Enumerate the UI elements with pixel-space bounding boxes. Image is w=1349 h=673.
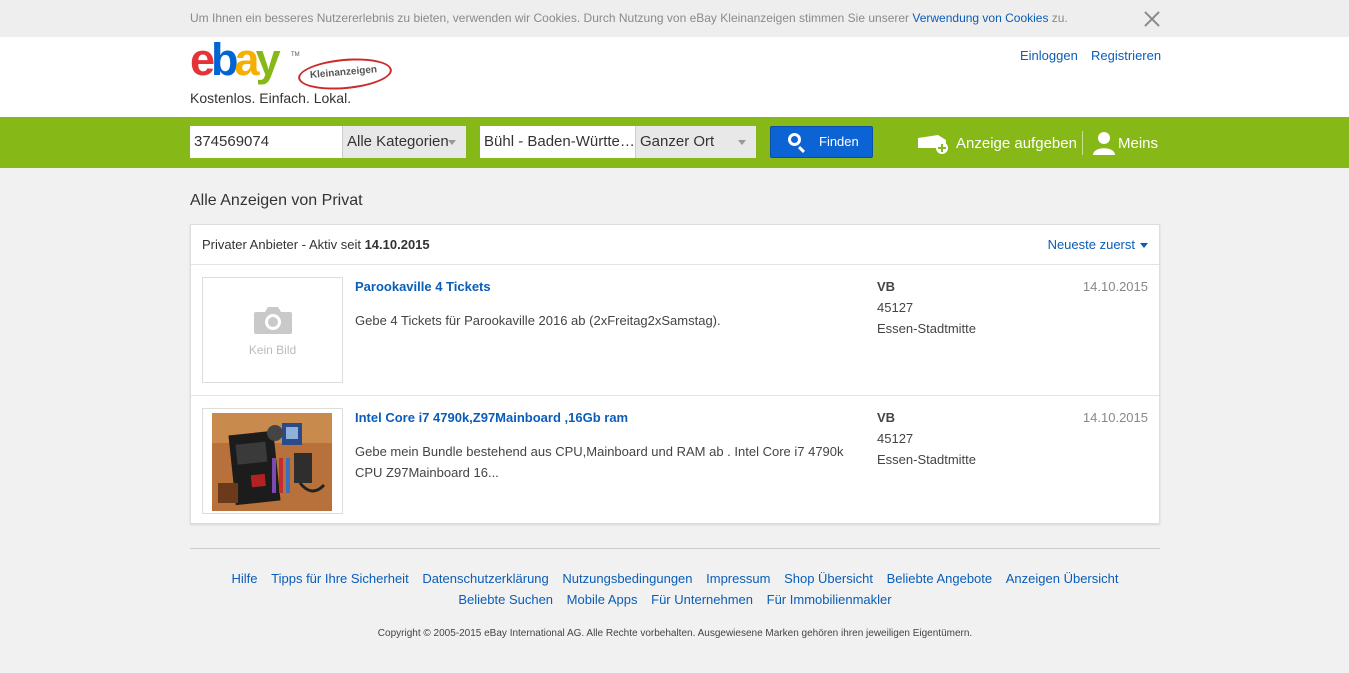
- page-title: Alle Anzeigen von Privat: [190, 192, 363, 209]
- listing-thumbnail[interactable]: [202, 408, 343, 514]
- my-account-label: Meins: [1118, 135, 1159, 152]
- copyright: Copyright © 2005-2015 eBay International…: [377, 628, 973, 639]
- toolbar-divider: [1082, 131, 1083, 155]
- camera-icon: [254, 307, 292, 334]
- listing-description: Gebe mein Bundle bestehend aus CPU,Mainb…: [355, 444, 844, 480]
- footer-link-ads-overview[interactable]: Anzeigen Übersicht: [1006, 571, 1119, 586]
- cookie-policy-link[interactable]: Verwendung von Cookies: [912, 11, 1048, 25]
- user-icon: [1093, 132, 1115, 155]
- cookie-notice-text: Um Ihnen ein besseres Nutzererlebnis zu …: [190, 11, 1068, 25]
- listing-title[interactable]: Intel Core i7 4790k,Z97Mainboard ,16Gb r…: [355, 410, 628, 425]
- footer-link-real-estate[interactable]: Für Immobilienmakler: [767, 592, 892, 607]
- category-select-value: Alle Kategorien: [347, 133, 449, 150]
- footer-links-secondary: Beliebte Suchen Mobile Apps Für Unterneh…: [190, 592, 1160, 607]
- footer-link-mobile-apps[interactable]: Mobile Apps: [567, 592, 638, 607]
- footer-link-terms[interactable]: Nutzungsbedingungen: [562, 571, 692, 586]
- logo-letter-a: a: [234, 34, 260, 85]
- search-bar: 374569074 Alle Kategorien Bühl - Baden-W…: [0, 117, 1349, 168]
- chevron-down-icon: [1140, 243, 1148, 249]
- search-input[interactable]: 374569074: [190, 126, 342, 158]
- list-item: Kein Bild Parookaville 4 Tickets Gebe 4 …: [191, 265, 1159, 395]
- listing-city: Essen-Stadtmitte: [877, 321, 976, 336]
- register-link[interactable]: Registrieren: [1091, 48, 1161, 63]
- login-link[interactable]: Einloggen: [1020, 48, 1078, 63]
- logo-badge: Kleinanzeigen: [296, 54, 394, 94]
- logo-letter-y: y: [255, 34, 281, 85]
- category-select[interactable]: Alle Kategorien: [342, 126, 466, 158]
- listings-header: Privater Anbieter - Aktiv seit 14.10.201…: [191, 225, 1159, 265]
- logo-badge-text: Kleinanzeigen: [309, 64, 378, 82]
- footer-link-popular-offers[interactable]: Beliebte Angebote: [887, 571, 993, 586]
- seller-info: Privater Anbieter - Aktiv seit 14.10.201…: [202, 237, 430, 252]
- radius-select[interactable]: Ganzer Ort: [635, 126, 756, 158]
- cookie-banner: Um Ihnen ein besseres Nutzererlebnis zu …: [0, 0, 1349, 37]
- listing-date: 14.10.2015: [1082, 279, 1148, 294]
- logo-letter-e: e: [190, 34, 215, 85]
- close-icon[interactable]: [1143, 10, 1161, 28]
- post-ad-label: Anzeige aufgeben: [956, 135, 1077, 152]
- footer-link-shop-overview[interactable]: Shop Übersicht: [784, 571, 873, 586]
- footer-link-help[interactable]: Hilfe: [232, 571, 258, 586]
- footer-divider: [190, 548, 1160, 549]
- listing-thumbnail[interactable]: Kein Bild: [202, 277, 343, 383]
- listing-price: VB: [877, 279, 896, 294]
- listing-title[interactable]: Parookaville 4 Tickets: [355, 279, 491, 294]
- site-header: ebay TM Kleinanzeigen Kostenlos. Einfach…: [0, 37, 1349, 117]
- listing-description: Gebe 4 Tickets für Parookaville 2016 ab …: [355, 313, 721, 328]
- list-item: Intel Core i7 4790k,Z97Mainboard ,16Gb r…: [191, 395, 1159, 525]
- listing-date: 14.10.2015: [1082, 410, 1148, 425]
- footer-links-primary: Hilfe Tipps für Ihre Sicherheit Datensch…: [190, 571, 1160, 586]
- footer-link-popular-searches[interactable]: Beliebte Suchen: [458, 592, 553, 607]
- logo-trademark: TM: [291, 52, 300, 58]
- location-input[interactable]: Bühl - Baden-Württe…: [480, 126, 635, 158]
- seller-type: Privater Anbieter - Aktiv seit: [202, 237, 365, 252]
- footer-link-safety-tips[interactable]: Tipps für Ihre Sicherheit: [271, 571, 409, 586]
- tagline: Kostenlos. Einfach. Lokal.: [190, 90, 352, 106]
- listing-photo: [212, 413, 332, 511]
- logo-wordmark: ebay: [190, 34, 281, 85]
- no-image-label: Kein Bild: [248, 343, 297, 357]
- listing-price: VB: [877, 410, 896, 425]
- seller-since-date: 14.10.2015: [364, 237, 430, 252]
- find-button-label: Finden: [819, 134, 859, 149]
- footer-link-privacy[interactable]: Datenschutzerklärung: [422, 571, 548, 586]
- cookie-notice-suffix: zu.: [1048, 11, 1068, 25]
- sort-label: Neueste zuerst: [1047, 237, 1135, 252]
- car-plus-icon: [918, 135, 948, 154]
- chevron-down-icon: [448, 140, 456, 145]
- listing-city: Essen-Stadtmitte: [877, 452, 976, 467]
- listing-zip: 45127: [877, 300, 914, 315]
- logo-letter-b: b: [211, 34, 238, 85]
- find-button[interactable]: Finden: [770, 126, 873, 158]
- search-icon: [788, 133, 801, 146]
- listing-zip: 45127: [877, 431, 914, 446]
- radius-select-value: Ganzer Ort: [640, 133, 715, 150]
- sort-dropdown[interactable]: Neueste zuerst: [1048, 237, 1148, 252]
- cookie-notice-message: Um Ihnen ein besseres Nutzererlebnis zu …: [190, 11, 913, 25]
- listings-card: Privater Anbieter - Aktiv seit 14.10.201…: [190, 224, 1160, 524]
- footer-link-imprint[interactable]: Impressum: [706, 571, 770, 586]
- chevron-down-icon: [738, 140, 746, 145]
- footer-link-business[interactable]: Für Unternehmen: [651, 592, 753, 607]
